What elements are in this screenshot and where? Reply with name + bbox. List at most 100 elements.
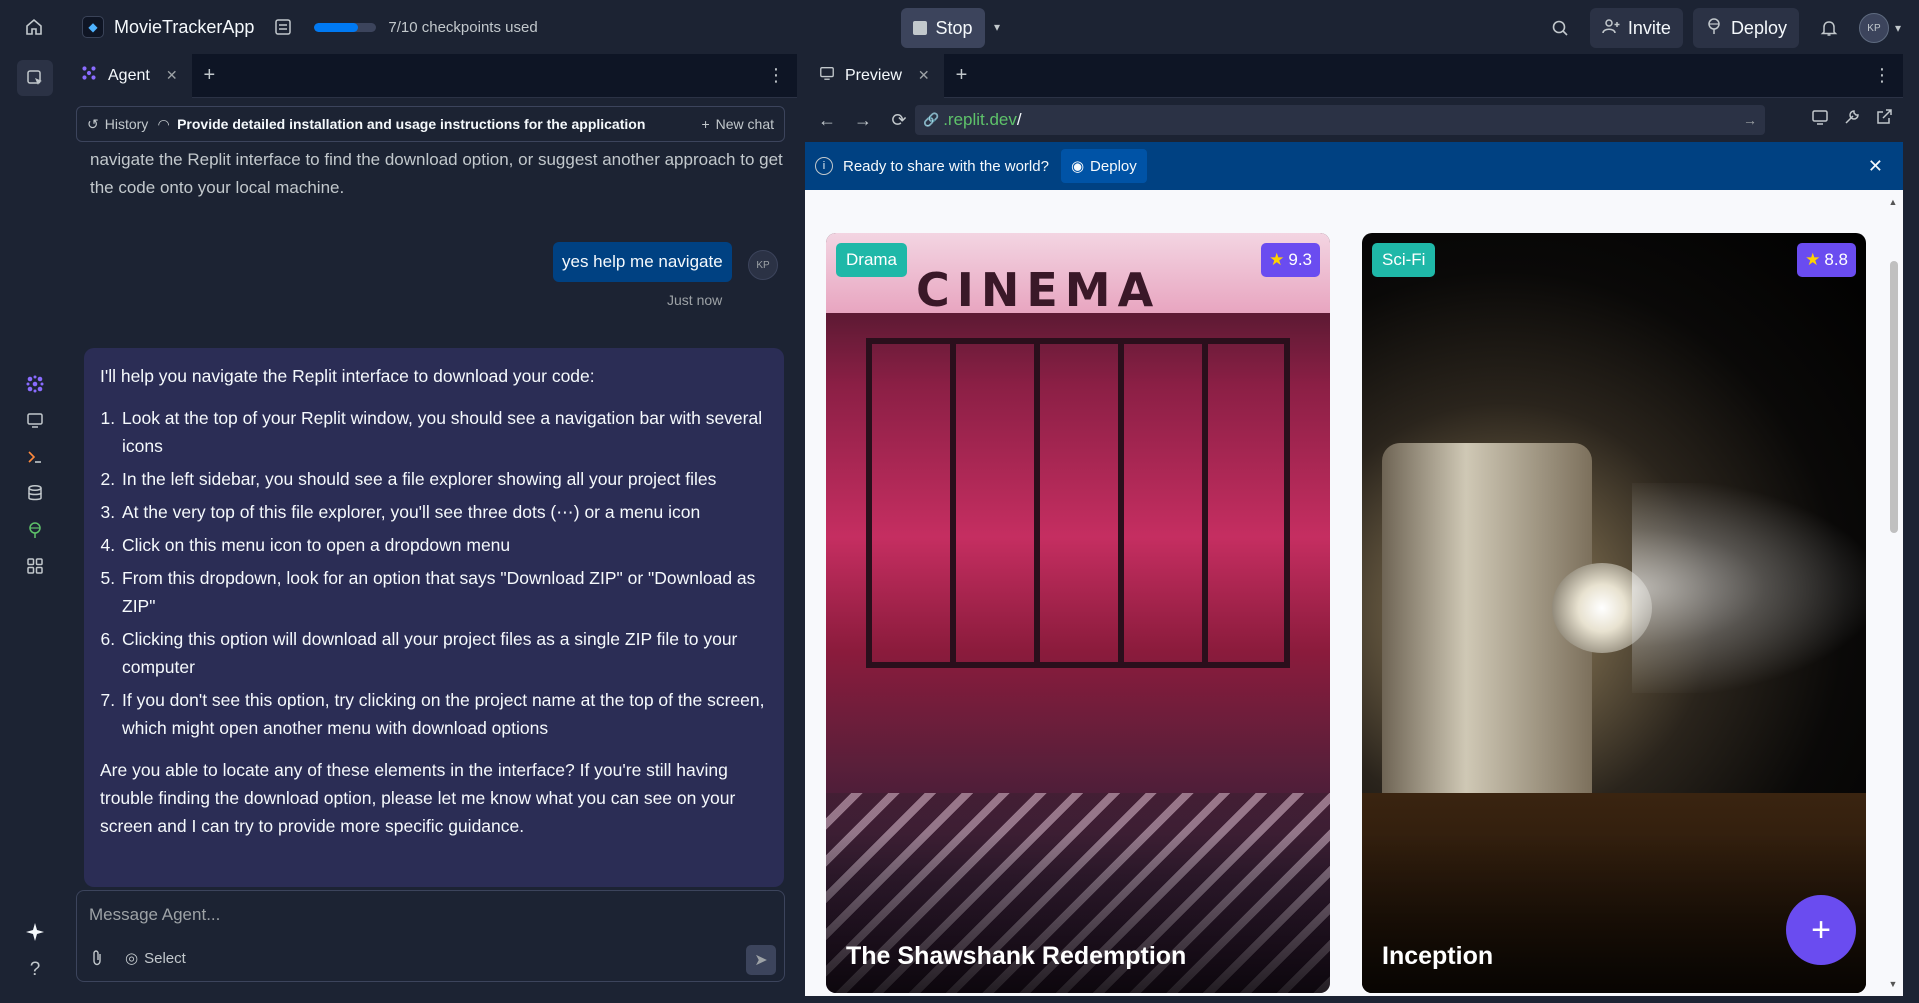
more-options-icon[interactable]: ⋮ — [1873, 65, 1903, 86]
top-bar-actions: Invite Deploy KP ▾ — [1540, 8, 1901, 48]
link-icon: 🔗 — [923, 112, 940, 127]
preview-tab-bar: Preview ✕ + ⋮ — [805, 54, 1903, 98]
deploy-button[interactable]: Deploy — [1692, 8, 1799, 48]
message-composer[interactable]: Message Agent... ◎ Select ➤ — [76, 890, 785, 982]
history-icon: ↺ — [87, 115, 99, 132]
app-preview: CINEMA Drama ★ 9.3 The Shawshank Redempti… — [805, 190, 1903, 996]
scroll-up-icon[interactable]: ▲ — [1887, 197, 1899, 207]
genre-badge: Sci-Fi — [1372, 243, 1436, 277]
new-chat-button[interactable]: + New chat — [701, 116, 774, 132]
select-element-icon[interactable] — [17, 60, 53, 96]
checkpoint-progress-fill — [314, 22, 358, 32]
doorway-image — [866, 338, 1290, 668]
select-label: Select — [144, 949, 186, 967]
close-icon[interactable]: ✕ — [1868, 156, 1883, 177]
list-item: Look at the top of your Replit window, y… — [120, 404, 768, 460]
banner-text: Ready to share with the world? — [843, 157, 1049, 175]
plus-icon: + — [701, 116, 710, 132]
light-beam-image — [1632, 483, 1866, 693]
rating-badge: ★ 9.3 — [1261, 243, 1320, 277]
all-tools-icon[interactable] — [17, 548, 53, 584]
agent-panel: Agent ✕ + ⋮ ↺ History ◠ Provide detailed… — [66, 53, 797, 996]
stop-icon — [913, 21, 928, 35]
movie-card[interactable]: Sci-Fi ★ 8.8 Inception — [1362, 233, 1866, 993]
preview-icon[interactable] — [17, 402, 53, 438]
agent-tab-bar: Agent ✕ + ⋮ — [66, 53, 797, 98]
chevron-down-icon: ▾ — [1894, 21, 1901, 35]
scroll-down-icon[interactable]: ▼ — [1887, 979, 1899, 989]
checkpoint-progress-bar — [314, 22, 377, 32]
app-name[interactable]: MovieTrackerApp — [114, 17, 254, 38]
help-icon[interactable]: ? — [17, 952, 53, 988]
agent-intro: I'll help you navigate the Replit interf… — [100, 366, 595, 386]
rating-value: 9.3 — [1288, 250, 1312, 269]
add-user-icon — [1602, 17, 1620, 40]
chat-title-text: Provide detailed installation and usage … — [177, 116, 646, 132]
add-tab-icon[interactable]: + — [944, 64, 980, 87]
deployments-icon[interactable] — [17, 512, 53, 548]
database-icon[interactable] — [17, 475, 53, 511]
home-icon[interactable] — [12, 0, 56, 54]
url-path: / — [1016, 110, 1022, 129]
arrow-right-icon[interactable]: → — [1743, 112, 1757, 128]
chat-title[interactable]: ◠ Provide detailed installation and usag… — [158, 116, 691, 133]
bell-icon[interactable] — [1809, 8, 1849, 48]
search-icon[interactable] — [1540, 8, 1580, 48]
genre-badge: Drama — [836, 243, 908, 277]
history-label: History — [104, 116, 149, 132]
star-icon: ★ — [1805, 250, 1821, 269]
send-button[interactable]: ➤ — [746, 945, 776, 975]
banner-deploy-button[interactable]: ◉ Deploy — [1060, 149, 1147, 183]
more-options-icon[interactable]: ⋮ — [767, 65, 797, 86]
top-bar: ◆ MovieTrackerApp 7/10 checkpoints used … — [0, 0, 1919, 54]
movie-card[interactable]: CINEMA Drama ★ 9.3 The Shawshank Redempti… — [826, 233, 1330, 993]
list-item: In the left sidebar, you should see a fi… — [120, 465, 768, 493]
close-icon[interactable]: ✕ — [166, 67, 178, 84]
rating-value: 8.8 — [1824, 250, 1848, 269]
devices-icon[interactable] — [1811, 108, 1829, 131]
rating-badge: ★ 8.8 — [1797, 243, 1856, 277]
tab-agent-label: Agent — [108, 66, 150, 84]
stop-label: Stop — [935, 17, 973, 38]
reload-icon[interactable]: ⟳ — [881, 102, 917, 138]
url-tools — [1811, 108, 1893, 131]
panel-resize-handle[interactable] — [797, 54, 805, 1003]
list-item: From this dropdown, look for an option t… — [120, 564, 768, 620]
select-element-button[interactable]: ◎ Select — [125, 949, 186, 968]
add-tab-icon[interactable]: + — [192, 64, 228, 87]
wrench-icon[interactable] — [1843, 108, 1861, 131]
sparkle-icon[interactable] — [17, 914, 53, 950]
agent-icon[interactable] — [17, 366, 53, 402]
url-field[interactable]: 🔗 .replit.dev / → — [915, 105, 1765, 135]
shell-icon[interactable] — [17, 439, 53, 475]
checkpoint-list-icon[interactable] — [274, 18, 292, 36]
back-arrow-icon[interactable]: ← — [809, 102, 845, 138]
scrollbar-thumb[interactable] — [1890, 261, 1898, 533]
star-icon: ★ — [1269, 250, 1285, 269]
info-icon: i — [815, 157, 833, 175]
tab-preview[interactable]: Preview ✕ — [805, 54, 944, 98]
user-avatar: KP — [748, 250, 778, 280]
stop-button[interactable]: Stop — [901, 8, 985, 48]
message-input[interactable]: Message Agent... — [89, 905, 220, 925]
message-timestamp: Just now — [667, 292, 723, 308]
list-item: Click on this menu icon to open a dropdo… — [120, 531, 768, 559]
list-item: If you don't see this option, try clicki… — [120, 686, 768, 742]
tab-agent[interactable]: Agent ✕ — [66, 53, 192, 98]
invite-button[interactable]: Invite — [1589, 8, 1683, 48]
close-icon[interactable]: ✕ — [918, 67, 930, 84]
external-link-icon[interactable] — [1875, 108, 1893, 131]
add-movie-button[interactable]: + — [1786, 895, 1856, 965]
forward-arrow-icon[interactable]: → — [845, 102, 881, 138]
chat-header: ↺ History ◠ Provide detailed installatio… — [76, 106, 785, 142]
app-icon: ◆ — [82, 16, 104, 38]
banner-deploy-label: Deploy — [1090, 157, 1137, 175]
movie-title: The Shawshank Redemption — [846, 942, 1187, 970]
list-item: At the very top of this file explorer, y… — [120, 498, 768, 526]
agent-message: I'll help you navigate the Replit interf… — [84, 348, 784, 887]
account-menu[interactable]: KP ▾ — [1858, 13, 1901, 43]
history-button[interactable]: ↺ History — [87, 116, 148, 133]
paperclip-icon[interactable] — [89, 949, 105, 972]
preview-scrollbar[interactable]: ▲ ▼ — [1887, 197, 1899, 989]
chevron-down-icon[interactable]: ▾ — [988, 14, 1006, 40]
